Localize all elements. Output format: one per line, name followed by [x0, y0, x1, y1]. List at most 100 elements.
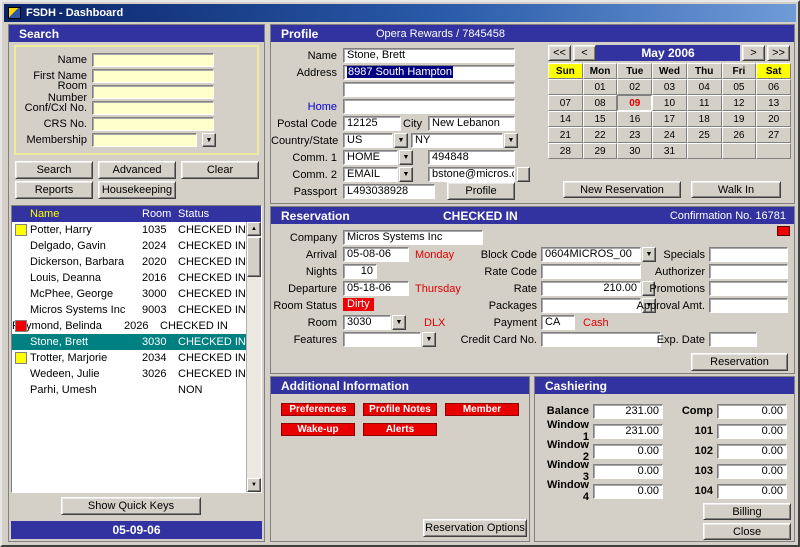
calendar-date[interactable]: 26: [721, 127, 757, 143]
billing-button[interactable]: Billing: [703, 503, 791, 520]
calendar-date[interactable]: 29: [582, 143, 618, 159]
guest-row[interactable]: Louis, Deanna 2016 CHECKED IN: [12, 270, 261, 286]
calendar-date[interactable]: 01: [582, 79, 618, 95]
guest-list-scrollbar[interactable]: ▲ ▼: [246, 222, 261, 492]
scroll-up-icon[interactable]: ▲: [247, 222, 261, 236]
city-field[interactable]: New Lebanon: [428, 116, 515, 131]
cashier-value[interactable]: 231.00: [593, 423, 663, 439]
search-input-conf-cxl-no[interactable]: [92, 101, 214, 115]
calendar-date[interactable]: 14: [548, 111, 583, 127]
calendar-date[interactable]: 05: [721, 79, 757, 95]
cashier-value[interactable]: 0.00: [717, 403, 787, 419]
calendar-date[interactable]: 25: [686, 127, 722, 143]
new-reservation-button[interactable]: New Reservation: [563, 181, 681, 198]
cashier-value[interactable]: 0.00: [593, 443, 663, 459]
search-input-name[interactable]: [92, 53, 214, 67]
cashier-value[interactable]: 0.00: [717, 483, 787, 499]
advanced-button[interactable]: Advanced: [98, 161, 176, 179]
arrival-field[interactable]: 05-08-06: [343, 247, 409, 262]
wake-up-button[interactable]: Wake-up: [281, 423, 355, 436]
cashier-value[interactable]: 0.00: [717, 463, 787, 479]
guest-row[interactable]: Wedeen, Julie 3026 CHECKED IN: [12, 366, 261, 382]
search-button[interactable]: Search: [15, 161, 93, 179]
calendar-date[interactable]: 23: [617, 127, 653, 143]
clear-button[interactable]: Clear: [181, 161, 259, 179]
calendar-date[interactable]: 06: [756, 79, 791, 95]
show-quick-keys-button[interactable]: Show Quick Keys: [61, 497, 201, 515]
calendar-date[interactable]: 10: [652, 95, 687, 111]
comm1-type-field[interactable]: HOME: [343, 150, 398, 165]
alerts-button[interactable]: Alerts: [363, 423, 437, 436]
name-field[interactable]: Stone, Brett: [343, 48, 515, 63]
profile-button[interactable]: Profile: [447, 182, 515, 200]
calendar-date[interactable]: 13: [756, 95, 791, 111]
calendar-date[interactable]: 28: [548, 143, 583, 159]
search-input-first-name[interactable]: [92, 69, 214, 83]
reservation-button[interactable]: Reservation: [691, 353, 788, 371]
preferences-button[interactable]: Preferences: [281, 403, 355, 416]
calendar-date[interactable]: 03: [652, 79, 687, 95]
calendar-date[interactable]: 09: [617, 95, 653, 111]
calendar-date[interactable]: 21: [548, 127, 583, 143]
comm2-type-field[interactable]: EMAIL: [343, 167, 398, 182]
guest-row[interactable]: Potter, Harry 1035 CHECKED IN: [12, 222, 261, 238]
guest-row[interactable]: Raymond, Belinda 2026 CHECKED IN: [12, 318, 261, 334]
exp-date-field[interactable]: [709, 332, 757, 347]
comm1-dropdown-icon[interactable]: ▼: [399, 150, 413, 165]
calendar-date[interactable]: 02: [617, 79, 653, 95]
search-input-crs-no[interactable]: [92, 117, 214, 131]
calendar-date[interactable]: 17: [652, 111, 687, 127]
features-dropdown-icon[interactable]: ▼: [422, 332, 436, 347]
calendar-next-year-button[interactable]: >>: [767, 45, 790, 61]
nights-field[interactable]: 10: [343, 264, 377, 279]
calendar-date[interactable]: 27: [756, 127, 791, 143]
reservation-options-button[interactable]: Reservation Options: [423, 519, 527, 537]
calendar-date[interactable]: 07: [548, 95, 583, 111]
address1-field[interactable]: 8987 South Hampton: [343, 65, 515, 80]
calendar-date[interactable]: 08: [582, 95, 618, 111]
features-field[interactable]: [343, 332, 421, 347]
state-dropdown-icon[interactable]: ▼: [504, 133, 518, 148]
guest-row[interactable]: Stone, Brett 3030 CHECKED IN: [12, 334, 261, 350]
approval-amt-field[interactable]: [709, 298, 788, 313]
guest-row[interactable]: Dickerson, Barbara 2020 CHECKED IN: [12, 254, 261, 270]
calendar-date[interactable]: 31: [652, 143, 687, 159]
search-input-membership[interactable]: [92, 133, 197, 147]
promotions-field[interactable]: [709, 281, 788, 296]
membership-dropdown-icon[interactable]: ▼: [202, 133, 216, 147]
calendar-date[interactable]: 24: [652, 127, 687, 143]
calendar-date[interactable]: 15: [582, 111, 618, 127]
specials-field[interactable]: [709, 247, 788, 262]
calendar-prev-month-button[interactable]: <: [573, 45, 596, 61]
guest-row[interactable]: Delgado, Gavin 2024 CHECKED IN: [12, 238, 261, 254]
calendar-date[interactable]: 16: [617, 111, 653, 127]
profile-notes-button[interactable]: Profile Notes: [363, 403, 437, 416]
guest-row[interactable]: McPhee, George 3000 CHECKED IN: [12, 286, 261, 302]
cashier-value[interactable]: 0.00: [717, 443, 787, 459]
address2-field[interactable]: [343, 82, 515, 97]
walk-in-button[interactable]: Walk In: [691, 181, 781, 198]
scrollbar-thumb[interactable]: [247, 237, 261, 277]
room-field[interactable]: 3030: [343, 315, 391, 330]
comm2-more-button[interactable]: [517, 167, 530, 182]
search-input-room-number[interactable]: [92, 85, 214, 99]
cashier-value[interactable]: 0.00: [593, 483, 663, 499]
calendar-date[interactable]: 19: [721, 111, 757, 127]
calendar-date[interactable]: 12: [721, 95, 757, 111]
country-field[interactable]: US: [343, 133, 393, 148]
departure-field[interactable]: 05-18-06: [343, 281, 409, 296]
comm1-value-field[interactable]: 494848: [428, 150, 515, 165]
member-button[interactable]: Member: [445, 403, 519, 416]
guest-row[interactable]: Trotter, Marjorie 2034 CHECKED IN: [12, 350, 261, 366]
guest-row[interactable]: Parhi, Umesh NON: [12, 382, 261, 398]
calendar-date[interactable]: 30: [617, 143, 653, 159]
cashier-value[interactable]: 0.00: [593, 463, 663, 479]
name-column-header[interactable]: Name: [30, 208, 142, 220]
reports-button[interactable]: Reports: [15, 181, 93, 199]
authorizer-field[interactable]: [709, 264, 788, 279]
scroll-down-icon[interactable]: ▼: [247, 478, 261, 492]
guest-row[interactable]: Micros Systems Inc 9003 CHECKED IN: [12, 302, 261, 318]
close-button[interactable]: Close: [703, 523, 791, 540]
payment-field[interactable]: CA: [541, 315, 575, 330]
country-dropdown-icon[interactable]: ▼: [394, 133, 408, 148]
